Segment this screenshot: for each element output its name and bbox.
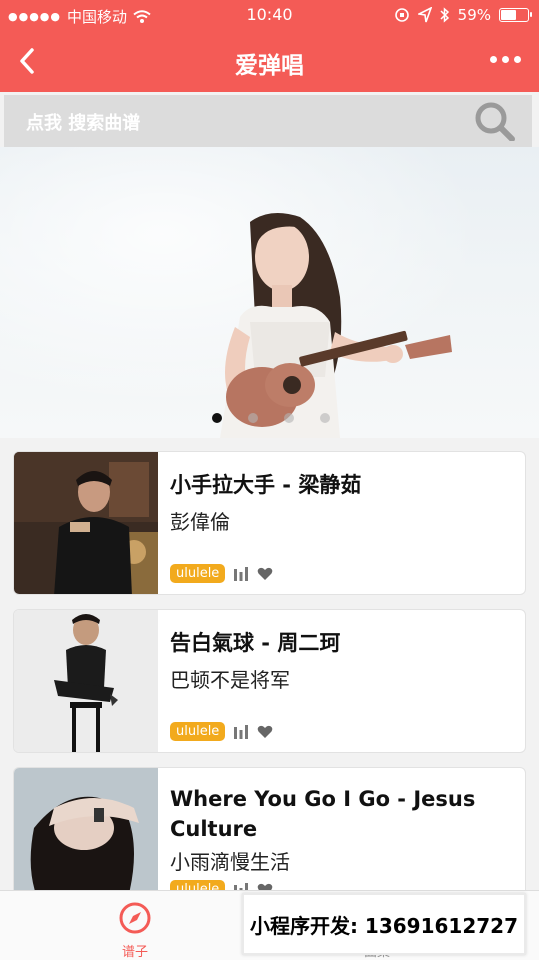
page-title: 爱弹唱: [235, 53, 304, 79]
song-artist: 小雨滴慢生活: [170, 850, 290, 874]
more-dots-icon: [502, 56, 509, 63]
song-thumbnail: [14, 610, 158, 752]
carousel-dot[interactable]: [212, 413, 222, 423]
carousel-dot[interactable]: [284, 413, 294, 423]
more-button[interactable]: [490, 56, 521, 63]
heart-icon[interactable]: [257, 725, 273, 739]
tab-scores[interactable]: 谱子: [95, 901, 175, 960]
carousel-dot[interactable]: [320, 413, 330, 423]
more-dots-icon: [514, 56, 521, 63]
banner-carousel[interactable]: [0, 147, 539, 438]
song-title: 告白氣球 - 周二珂: [170, 631, 341, 655]
carousel-dots[interactable]: [212, 413, 330, 423]
banner-image: [220, 213, 452, 438]
battery-icon: [499, 8, 532, 22]
status-right: 59%: [394, 6, 532, 24]
battery-fill: [501, 10, 516, 20]
location-icon: [417, 7, 432, 23]
song-artist: 彭偉倫: [170, 510, 230, 534]
search-icon[interactable]: [472, 101, 516, 141]
song-artist: 巴顿不是将军: [170, 668, 290, 692]
song-meta: ululele: [170, 722, 273, 741]
tab-label: 谱子: [121, 945, 148, 960]
compass-icon: [119, 902, 151, 934]
nav-bar: 爱弹唱: [0, 30, 539, 92]
battery-percent: 59%: [457, 6, 491, 24]
instrument-tag: ululele: [170, 564, 226, 583]
search-placeholder: 点我 搜索曲谱: [26, 113, 141, 134]
song-card[interactable]: 告白氣球 - 周二珂 巴顿不是将军 ululele: [13, 609, 526, 753]
more-dots-icon: [490, 56, 497, 63]
stats-icon[interactable]: [233, 724, 249, 739]
song-meta: ululele: [170, 564, 273, 583]
heart-icon[interactable]: [257, 567, 273, 581]
song-title: Where You Go I Go - Jesus Culture: [170, 787, 476, 841]
promo-banner: 小程序开发: 13691612727: [242, 893, 526, 955]
carousel-dot[interactable]: [248, 413, 258, 423]
search-bar[interactable]: 点我 搜索曲谱: [4, 95, 532, 147]
bluetooth-icon: [440, 7, 449, 23]
song-card[interactable]: 小手拉大手 - 梁静茹 彭偉倫 ululele: [13, 451, 526, 595]
orientation-lock-icon: [394, 8, 409, 22]
status-bar: ●●●●● 中国移动 10:40 59%: [0, 0, 539, 30]
stats-icon[interactable]: [233, 566, 249, 581]
song-title: 小手拉大手 - 梁静茹: [170, 473, 362, 497]
song-thumbnail: [14, 452, 158, 594]
instrument-tag: ululele: [170, 722, 226, 741]
